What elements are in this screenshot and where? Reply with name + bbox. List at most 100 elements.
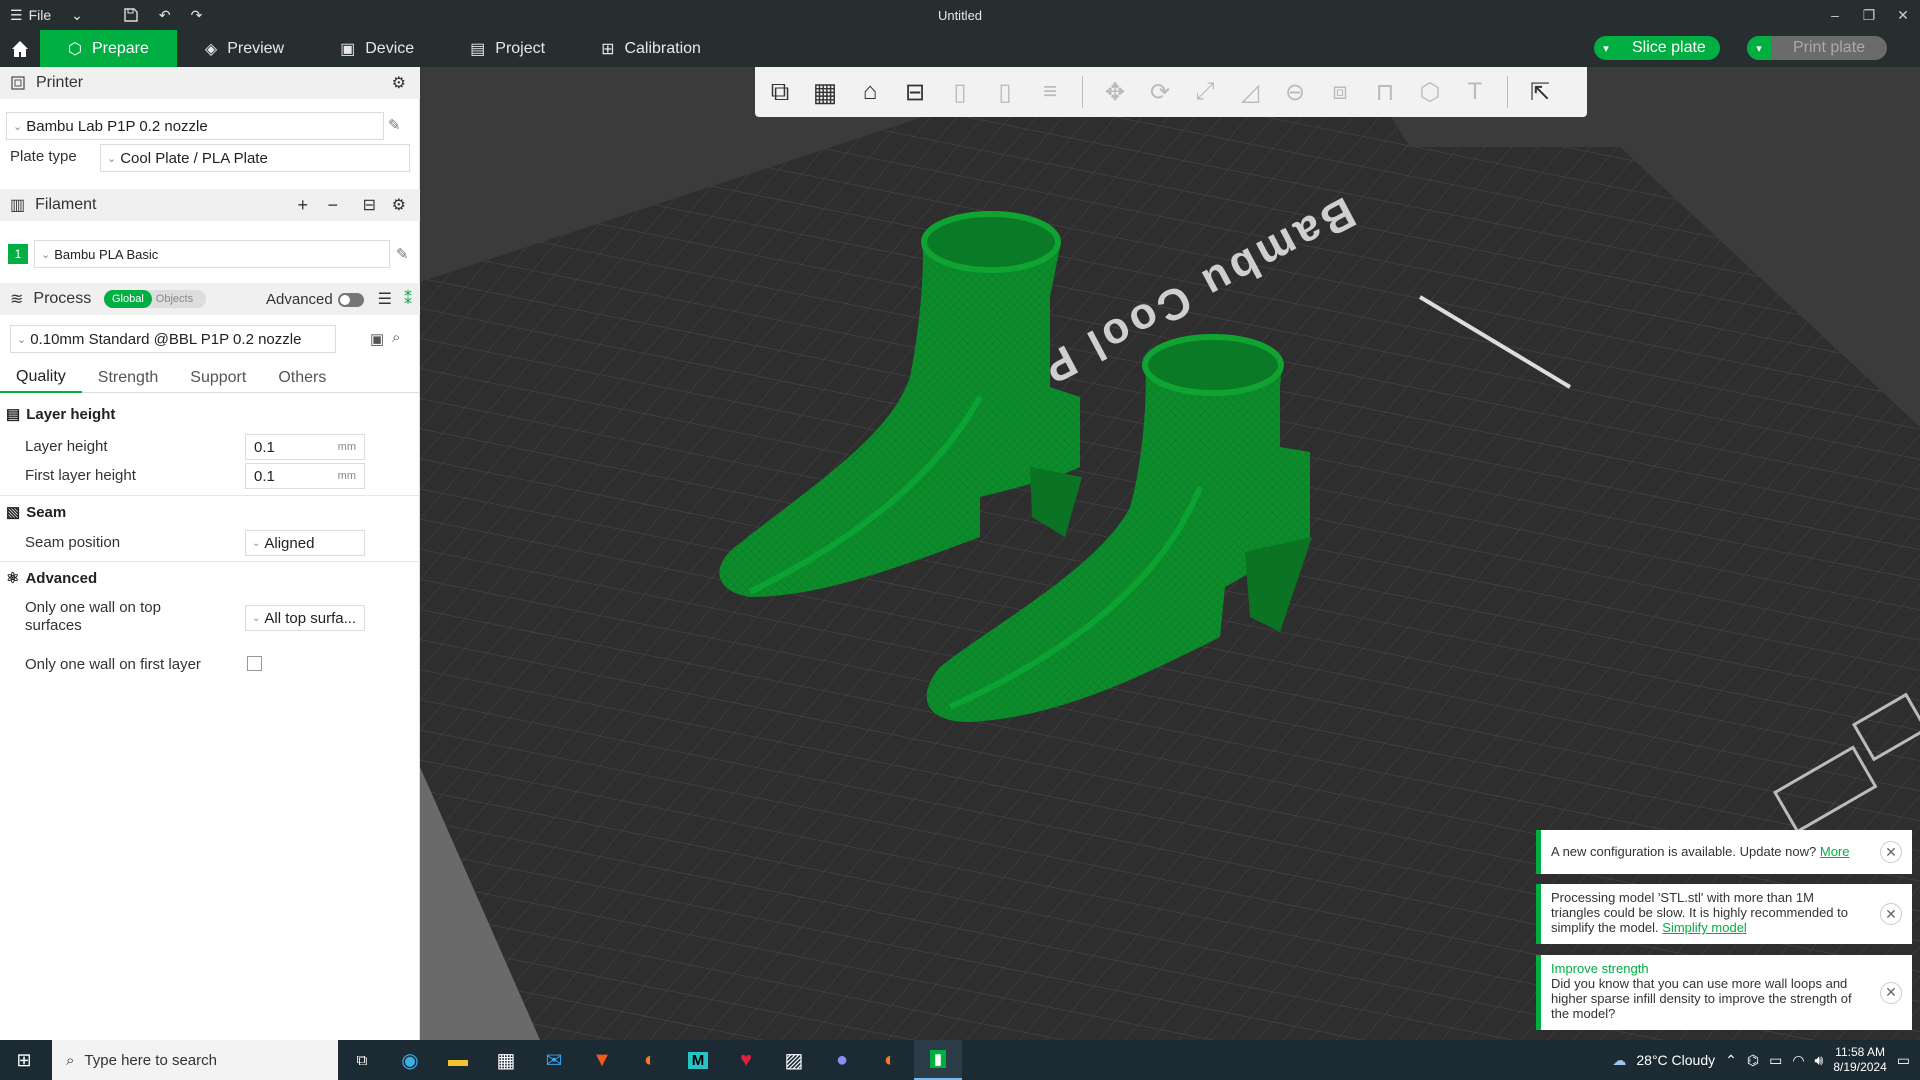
scale-icon: ⤢: [1195, 78, 1215, 105]
first-layer-height-input[interactable]: 0.1 mm: [245, 463, 365, 489]
auto-orient-button[interactable]: ⌂: [851, 73, 889, 111]
list-icon[interactable]: ☰: [378, 289, 392, 309]
plate-type-select[interactable]: ⌄ Cool Plate / PLA Plate: [100, 144, 410, 172]
chevron-down-icon[interactable]: ▾: [1594, 36, 1618, 60]
simplify-model-link[interactable]: Simplify model: [1662, 920, 1747, 935]
printer-preset-select[interactable]: ⌄ Bambu Lab P1P 0.2 nozzle: [6, 112, 384, 140]
text-button[interactable]: T: [1456, 73, 1494, 111]
global-objects-toggle[interactable]: Global Objects: [104, 290, 206, 308]
chevron-up-icon[interactable]: ⌃: [1725, 1052, 1737, 1069]
compare-icon[interactable]: ⁑: [404, 289, 412, 309]
toggle-objects[interactable]: Objects: [152, 290, 197, 308]
advanced-switch[interactable]: [338, 293, 364, 307]
layer-height-group-header: ▤ Layer height: [0, 401, 420, 427]
close-notification-button[interactable]: ✕: [1880, 981, 1902, 1004]
split-objects-button[interactable]: ▯: [941, 73, 979, 111]
gear-icon[interactable]: ⚙: [392, 73, 406, 93]
layers-editing-button[interactable]: ≡: [1031, 73, 1069, 111]
add-filament-button[interactable]: +: [297, 195, 308, 216]
tab-strength[interactable]: Strength: [82, 363, 174, 393]
cut-button[interactable]: ⊖: [1276, 73, 1314, 111]
store-app[interactable]: ▦: [482, 1040, 530, 1080]
minimize-button[interactable]: –: [1818, 0, 1852, 30]
search-icon[interactable]: ⌕: [392, 329, 400, 346]
toggle-global[interactable]: Global: [104, 290, 152, 308]
file-menu-button[interactable]: ☰ File: [0, 0, 61, 30]
layer-height-icon: ▤: [6, 406, 21, 423]
filament-sync-icon[interactable]: ⊟: [363, 195, 376, 215]
tab-preview-label: Preview: [227, 39, 285, 57]
tab-calibration[interactable]: ⊞ Calibration: [573, 30, 729, 67]
home-button[interactable]: [0, 30, 40, 67]
mail-icon: ✉: [545, 1049, 563, 1072]
save-button[interactable]: [113, 0, 149, 30]
print-plate-button[interactable]: ▾ Print plate: [1747, 36, 1888, 60]
task-view-button[interactable]: ⧉: [338, 1040, 386, 1080]
add-object-button[interactable]: ⧉: [761, 73, 799, 111]
scale-button[interactable]: ⤢: [1186, 73, 1224, 111]
gear-icon[interactable]: ⚙: [392, 195, 406, 215]
split-parts-button[interactable]: ▯: [986, 73, 1024, 111]
first-layer-wall-checkbox[interactable]: [247, 656, 262, 671]
filament-preset-select[interactable]: ⌄ Bambu PLA Basic: [34, 240, 390, 268]
mail-app[interactable]: ✉: [530, 1040, 578, 1080]
tab-others[interactable]: Others: [262, 363, 342, 393]
tab-project[interactable]: ▤ Project: [442, 30, 573, 67]
red-app[interactable]: ♥: [722, 1040, 770, 1080]
close-notification-button[interactable]: ✕: [1880, 841, 1902, 863]
remove-filament-button[interactable]: −: [327, 195, 338, 216]
bambu-studio-app[interactable]: ▮: [914, 1040, 962, 1080]
move-button[interactable]: ✥: [1096, 73, 1134, 111]
redo-button[interactable]: ↷: [181, 0, 213, 30]
lay-on-face-button[interactable]: ◿: [1231, 73, 1269, 111]
image-app[interactable]: ▨: [770, 1040, 818, 1080]
clock[interactable]: 11:58 AM 8/19/2024: [1833, 1045, 1886, 1075]
wifi-icon[interactable]: ◠: [1792, 1052, 1804, 1069]
rotate-button[interactable]: ⟳: [1141, 73, 1179, 111]
close-notification-button[interactable]: ✕: [1880, 903, 1902, 925]
support-paint-button[interactable]: ⊓: [1366, 73, 1404, 111]
slice-plate-button[interactable]: ▾ Slice plate: [1594, 36, 1720, 60]
discord-app[interactable]: ●: [818, 1040, 866, 1080]
unit-label: mm: [337, 441, 356, 453]
add-plate-button[interactable]: ▦: [806, 73, 844, 111]
filament-index-badge[interactable]: 1: [8, 244, 28, 264]
process-preset-value: 0.10mm Standard @BBL P1P 0.2 nozzle: [30, 330, 302, 348]
restore-button[interactable]: ❐: [1852, 0, 1886, 30]
tab-preview[interactable]: ◈ Preview: [177, 30, 312, 67]
edit-icon[interactable]: ✎: [388, 116, 401, 134]
blender-app-2[interactable]: ◐: [866, 1040, 914, 1080]
tab-prepare[interactable]: ⬡ Prepare: [40, 30, 177, 67]
process-preset-select[interactable]: ⌄ 0.10mm Standard @BBL P1P 0.2 nozzle: [10, 325, 336, 353]
weather-text[interactable]: 28°C Cloudy: [1636, 1052, 1715, 1068]
blender-app[interactable]: ◐: [626, 1040, 674, 1080]
undo-button[interactable]: ↶: [149, 0, 181, 30]
more-link[interactable]: More: [1820, 844, 1850, 859]
start-button[interactable]: ⊞: [0, 1040, 48, 1080]
close-button[interactable]: ✕: [1886, 0, 1920, 30]
top-wall-select[interactable]: ⌄ All top surfa...: [245, 605, 365, 631]
tab-support[interactable]: Support: [174, 363, 262, 393]
layer-height-input[interactable]: 0.1 mm: [245, 434, 365, 460]
save-icon[interactable]: ▣: [370, 330, 384, 348]
edit-icon[interactable]: ✎: [396, 245, 409, 263]
tab-device[interactable]: ▣ Device: [312, 30, 442, 67]
volume-icon[interactable]: 🔊︎: [1815, 1052, 1824, 1069]
brave-app[interactable]: ▼: [578, 1040, 626, 1080]
battery-icon[interactable]: ▭: [1769, 1052, 1782, 1069]
seam-position-select[interactable]: ⌄ Aligned: [245, 530, 365, 556]
edge-app[interactable]: ◉: [386, 1040, 434, 1080]
layer-height-label: Layer height: [25, 438, 108, 455]
network-icon[interactable]: ⌬: [1747, 1052, 1759, 1069]
chevron-down-icon[interactable]: ▾: [1747, 36, 1771, 60]
notification-center-icon[interactable]: ▭: [1897, 1052, 1910, 1069]
file-explorer-app[interactable]: ▬: [434, 1040, 482, 1080]
maya-app[interactable]: M: [674, 1040, 722, 1080]
taskbar-search[interactable]: ⌕ Type here to search: [52, 1040, 338, 1080]
boolean-button[interactable]: ⧈: [1321, 73, 1359, 111]
assembly-view-button[interactable]: ⇱: [1521, 73, 1559, 111]
seam-paint-button[interactable]: ⬡: [1411, 73, 1449, 111]
arrange-button[interactable]: ⊟: [896, 73, 934, 111]
file-menu-dropdown[interactable]: ⌄: [61, 0, 93, 30]
tab-quality[interactable]: Quality: [0, 363, 82, 393]
